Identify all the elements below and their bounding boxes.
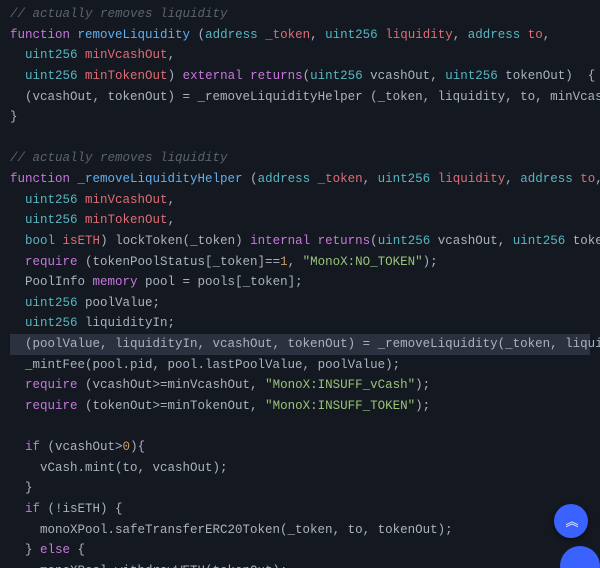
param: minTokenOut bbox=[85, 69, 168, 83]
type: uint256 bbox=[25, 193, 78, 207]
stmt: monoXPool.withdrawWETH(tokenOut); bbox=[40, 564, 288, 568]
type: uint256 bbox=[25, 316, 78, 330]
fn-name: _removeLiquidityHelper bbox=[78, 172, 243, 186]
kw-if: if bbox=[25, 440, 40, 454]
type: uint256 bbox=[310, 69, 363, 83]
comment: // actually removes liquidity bbox=[10, 7, 228, 21]
stmt: monoXPool.safeTransferERC20Token(_token,… bbox=[40, 523, 453, 537]
param: liquidity bbox=[385, 28, 453, 42]
type: uint256 bbox=[378, 234, 431, 248]
modifier: lockToken(_token) bbox=[115, 234, 243, 248]
kw-visibility: internal bbox=[250, 234, 310, 248]
stmt: (!isETH) { bbox=[40, 502, 123, 516]
stmt: pool = pools[_token]; bbox=[138, 275, 303, 289]
highlighted-line: (poolValue, liquidityIn, vcashOut, token… bbox=[10, 334, 590, 355]
stmt: _mintFee(pool.pid, pool.lastPoolValue, p… bbox=[25, 358, 400, 372]
type: uint256 bbox=[25, 48, 78, 62]
param: to bbox=[528, 28, 543, 42]
str: "MonoX:INSUFF_TOKEN" bbox=[265, 399, 415, 413]
type: uint256 bbox=[25, 213, 78, 227]
kw-returns: returns bbox=[318, 234, 371, 248]
num: 1 bbox=[280, 255, 288, 269]
type: address bbox=[205, 28, 258, 42]
stmt: ); bbox=[415, 399, 430, 413]
param: minVcashOut bbox=[85, 48, 168, 62]
ret: vcashOut bbox=[370, 69, 430, 83]
ret: vcashOut bbox=[438, 234, 498, 248]
brace: } bbox=[10, 110, 18, 124]
param: _token bbox=[318, 172, 363, 186]
param: minTokenOut bbox=[85, 213, 168, 227]
stmt: { bbox=[70, 543, 85, 557]
type: uint256 bbox=[325, 28, 378, 42]
scroll-to-top-button[interactable]: ︽ bbox=[554, 504, 588, 538]
kw-else: else bbox=[40, 543, 70, 557]
param: minVcashOut bbox=[85, 193, 168, 207]
brace: } bbox=[25, 543, 40, 557]
param: _token bbox=[265, 28, 310, 42]
kw-require: require bbox=[25, 255, 78, 269]
str: "MonoX:NO_TOKEN" bbox=[303, 255, 423, 269]
type: uint256 bbox=[513, 234, 566, 248]
stmt: (tokenOut>=minTokenOut, bbox=[78, 399, 266, 413]
type: bool bbox=[25, 234, 55, 248]
stmt: (vcashOut, tokenOut) = _removeLiquidityH… bbox=[25, 90, 600, 104]
type: uint256 bbox=[378, 172, 431, 186]
code-block: // actually removes liquidity function r… bbox=[0, 0, 600, 568]
str: "MonoX:INSUFF_vCash" bbox=[265, 378, 415, 392]
stmt: (tokenPoolStatus[_token]== bbox=[78, 255, 281, 269]
chevron-double-up-icon: ︽ bbox=[565, 516, 576, 529]
kw-memory: memory bbox=[93, 275, 138, 289]
param: isETH bbox=[63, 234, 101, 248]
stmt: ); bbox=[415, 378, 430, 392]
ret: tokenOut bbox=[573, 234, 600, 248]
ret: tokenOut bbox=[505, 69, 565, 83]
type: address bbox=[520, 172, 573, 186]
type: address bbox=[258, 172, 311, 186]
kw-returns: returns bbox=[250, 69, 303, 83]
stmt: , bbox=[288, 255, 303, 269]
type: uint256 bbox=[25, 296, 78, 310]
kw-require: require bbox=[25, 378, 78, 392]
kw-visibility: external bbox=[183, 69, 243, 83]
stmt: poolValue; bbox=[78, 296, 161, 310]
stmt: ){ bbox=[130, 440, 145, 454]
type: uint256 bbox=[445, 69, 498, 83]
num: 0 bbox=[123, 440, 131, 454]
kw-function: function bbox=[10, 28, 70, 42]
type: address bbox=[468, 28, 521, 42]
brace: } bbox=[25, 481, 33, 495]
stmt: liquidityIn; bbox=[78, 316, 176, 330]
param: to bbox=[580, 172, 595, 186]
kw-if: if bbox=[25, 502, 40, 516]
stmt: (vcashOut>=minVcashOut, bbox=[78, 378, 266, 392]
stmt: (vcashOut> bbox=[40, 440, 123, 454]
stmt: (poolValue, liquidityIn, vcashOut, token… bbox=[25, 337, 600, 351]
stmt: PoolInfo bbox=[25, 275, 93, 289]
kw-require: require bbox=[25, 399, 78, 413]
param: liquidity bbox=[438, 172, 506, 186]
kw-function: function bbox=[10, 172, 70, 186]
fn-name: removeLiquidity bbox=[78, 28, 191, 42]
type: uint256 bbox=[25, 69, 78, 83]
stmt: vCash.mint(to, vcashOut); bbox=[40, 461, 228, 475]
comment: // actually removes liquidity bbox=[10, 151, 228, 165]
stmt: ); bbox=[423, 255, 438, 269]
